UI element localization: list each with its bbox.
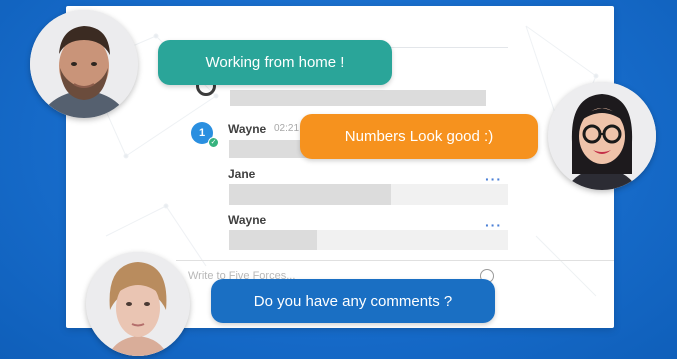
- sender-name: Wayne: [228, 122, 267, 136]
- bubble-text: Numbers Look good :): [344, 128, 494, 145]
- message-placeholder: [229, 184, 391, 205]
- man-avatar: [30, 10, 138, 118]
- message-placeholder: [229, 230, 317, 250]
- chat-bubble-blue: Do you have any comments ?: [211, 279, 495, 323]
- message-placeholder: [230, 90, 486, 106]
- input-divider: [176, 260, 614, 261]
- sender-name: Wayne: [228, 213, 267, 227]
- message-placeholder: [229, 140, 309, 158]
- sender-name: Jane: [228, 167, 256, 181]
- chat-bubble-green: Working from home !: [158, 40, 392, 85]
- bubble-text: Working from home !: [205, 54, 345, 71]
- more-options-icon[interactable]: ···: [485, 218, 502, 232]
- chat-bubble-orange: Numbers Look good :): [300, 114, 538, 159]
- woman-blonde-avatar: [86, 252, 190, 356]
- check-icon: ✓: [208, 137, 219, 148]
- more-options-icon[interactable]: ···: [485, 172, 502, 186]
- message-time: 02:21: [274, 123, 300, 134]
- bubble-text: Do you have any comments ?: [253, 292, 453, 310]
- woman-glasses-avatar: [548, 82, 656, 190]
